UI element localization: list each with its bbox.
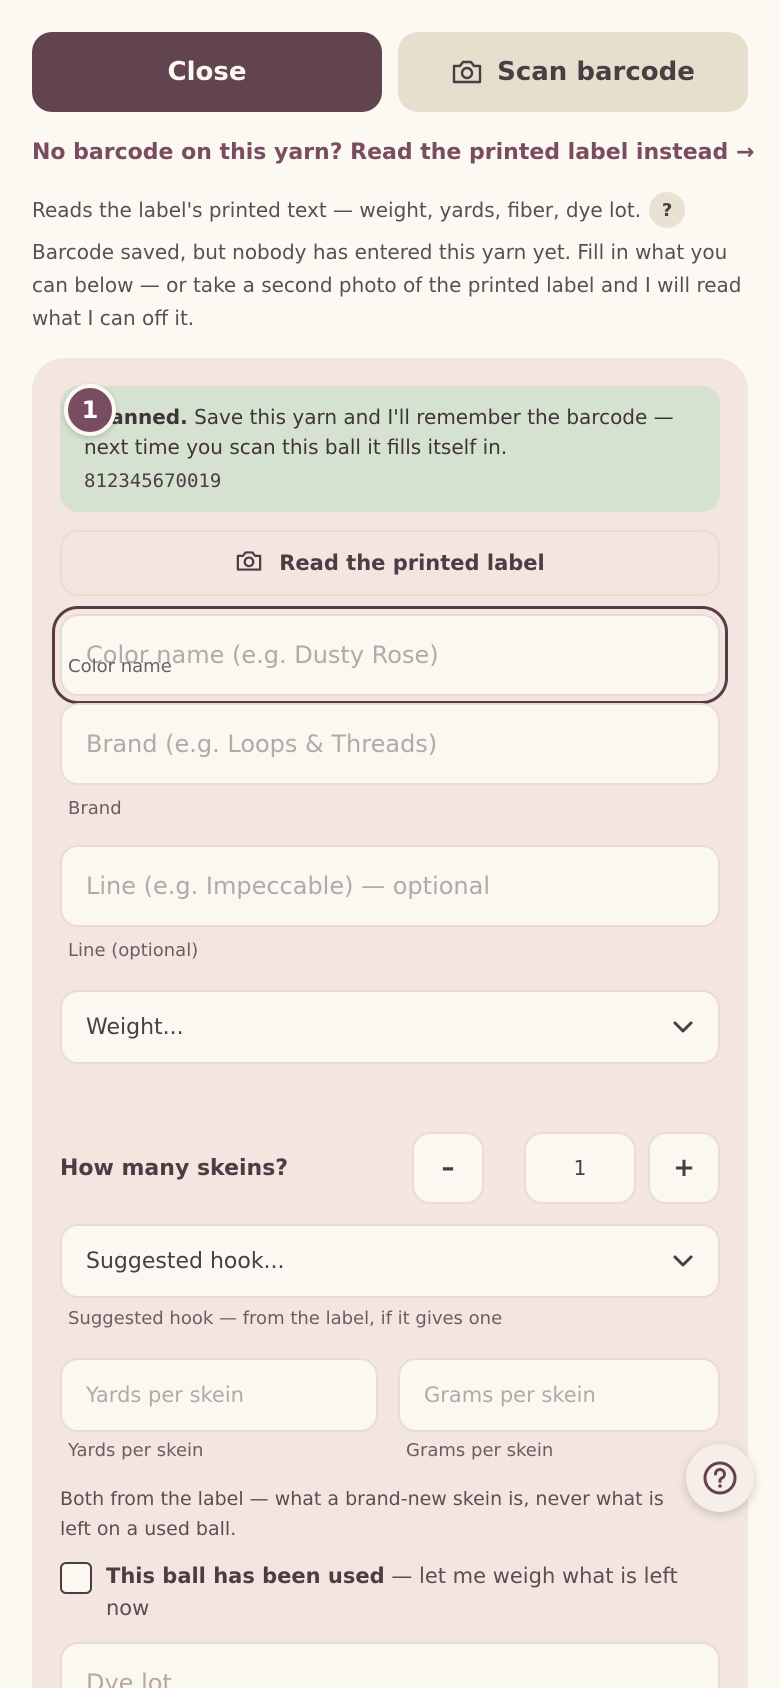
used-ball-row: This ball has been used — let me weigh w… [60,1560,700,1624]
read-label-instead-link[interactable]: No barcode on this yarn? Read the printe… [32,140,754,165]
line-label: Line (optional) [68,940,199,961]
hook-label: Suggested hook — from the label, if it g… [68,1308,503,1329]
yarn-form-card: Scanned. Save this yarn and I'll remembe… [32,358,748,1688]
weight-select-value: Weight... [86,1014,184,1040]
hook-select[interactable]: Suggested hook... [60,1224,720,1298]
chevron-down-icon [673,1255,693,1267]
yards-input[interactable] [60,1358,378,1432]
dye-lot-input[interactable] [60,1642,720,1688]
page: Close Scan barcode No barcode on this ya… [0,0,780,1688]
help-icon[interactable]: ? [649,192,686,228]
scanned-notice: Scanned. Save this yarn and I'll remembe… [60,386,720,512]
skein-decrement-button[interactable]: – [412,1132,484,1204]
hook-select-value: Suggested hook... [86,1248,285,1274]
help-fab-button[interactable] [686,1444,754,1512]
scan-barcode-button[interactable]: Scan barcode [398,32,748,112]
skein-count-row: How many skeins? – 1 + [60,1132,720,1206]
skein-count-value[interactable]: 1 [524,1132,636,1204]
scan-barcode-label: Scan barcode [497,57,695,87]
help-circle-icon [703,1461,737,1495]
color-name-input[interactable] [52,606,728,704]
close-button[interactable]: Close [32,32,382,112]
scanned-text: Scanned. Save this yarn and I'll remembe… [84,402,696,462]
brand-input[interactable] [60,703,720,785]
skein-count-label: How many skeins? [60,1156,289,1181]
weight-select[interactable]: Weight... [60,990,720,1064]
color-name-label: Color name [68,656,172,677]
explain-text: Barcode saved, but nobody has entered th… [32,240,742,330]
camera-icon [235,549,267,577]
read-printed-label-button[interactable]: Read the printed label [60,530,720,596]
top-actions: Close Scan barcode [32,32,748,112]
used-ball-text: This ball has been used — let me weigh w… [106,1560,700,1624]
skein-increment-button[interactable]: + [648,1132,720,1204]
reads-line: Reads the label's printed text — weight,… [32,192,686,228]
used-ball-checkbox[interactable] [60,1562,92,1594]
read-printed-label-text: Read the printed label [279,551,545,575]
used-ball-bold: This ball has been used [106,1564,385,1588]
chevron-down-icon [673,1021,693,1033]
reads-line-text: Reads the label's printed text — weight,… [32,198,642,222]
yards-label: Yards per skein [68,1440,204,1461]
camera-icon [451,58,483,86]
grams-label: Grams per skein [406,1440,554,1461]
brand-label: Brand [68,798,122,819]
line-input[interactable] [60,845,720,927]
grams-input[interactable] [398,1358,720,1432]
step-badge: 1 [64,384,116,436]
barcode-number: 812345670019 [84,470,222,492]
label-note: Both from the label — what a brand-new s… [60,1488,664,1540]
